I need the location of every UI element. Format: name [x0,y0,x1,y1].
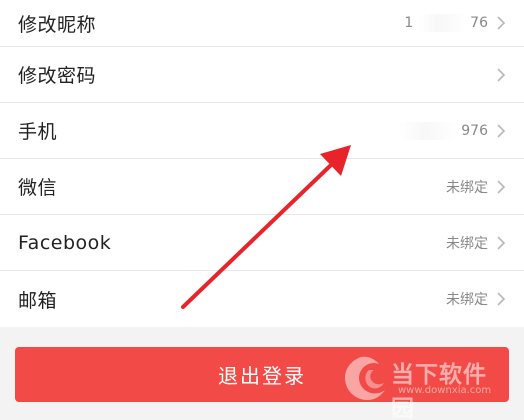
settings-row-phone[interactable]: 手机 976 [0,103,524,159]
chevron-right-icon [497,16,506,30]
settings-row-wechat[interactable]: 微信 未绑定 [0,159,524,215]
wechat-value: 未绑定 [446,179,488,196]
settings-row-right: 未绑定 [446,177,506,197]
settings-row-label: 修改昵称 [18,13,97,36]
settings-row-right: 976 [398,121,506,140]
settings-row-email[interactable]: 邮箱 未绑定 [0,271,524,327]
settings-row-right: 1 76 [404,14,506,32]
settings-row-facebook[interactable]: Facebook 未绑定 [0,215,524,271]
settings-row-right: 未绑定 [446,233,506,253]
chevron-right-icon [497,67,506,82]
phone-value: 976 [398,121,488,140]
logout-button[interactable]: 退出登录 [15,347,509,402]
nickname-value-suffix: 76 [470,15,488,31]
settings-row-label: 邮箱 [18,289,58,312]
settings-row-password[interactable]: 修改密码 [0,47,524,103]
chevron-right-icon [497,123,506,138]
logout-label: 退出登录 [218,364,306,388]
facebook-value: 未绑定 [446,235,488,252]
settings-row-right [488,67,506,83]
settings-row-right: 未绑定 [446,289,506,309]
settings-row-label: Facebook [18,231,112,254]
email-value: 未绑定 [446,292,488,308]
settings-list: 修改昵称 1 76 修改密码 手机 976 微信 未绑定 Facebook 未绑… [0,0,524,327]
settings-row-label: 微信 [18,177,58,199]
phone-value-suffix: 976 [461,122,488,139]
settings-row-label: 修改密码 [18,65,97,87]
chevron-right-icon [497,235,506,250]
nickname-value: 1 76 [404,14,488,32]
settings-row-nickname[interactable]: 修改昵称 1 76 [0,0,524,47]
nickname-value-prefix: 1 [404,15,414,31]
masked-value-blur [417,14,466,32]
chevron-right-icon [497,179,506,194]
masked-value-blur [398,121,457,140]
chevron-right-icon [497,292,506,306]
settings-row-label: 手机 [18,121,58,143]
account-settings-screen: 修改昵称 1 76 修改密码 手机 976 微信 未绑定 Facebook 未绑… [0,0,524,420]
